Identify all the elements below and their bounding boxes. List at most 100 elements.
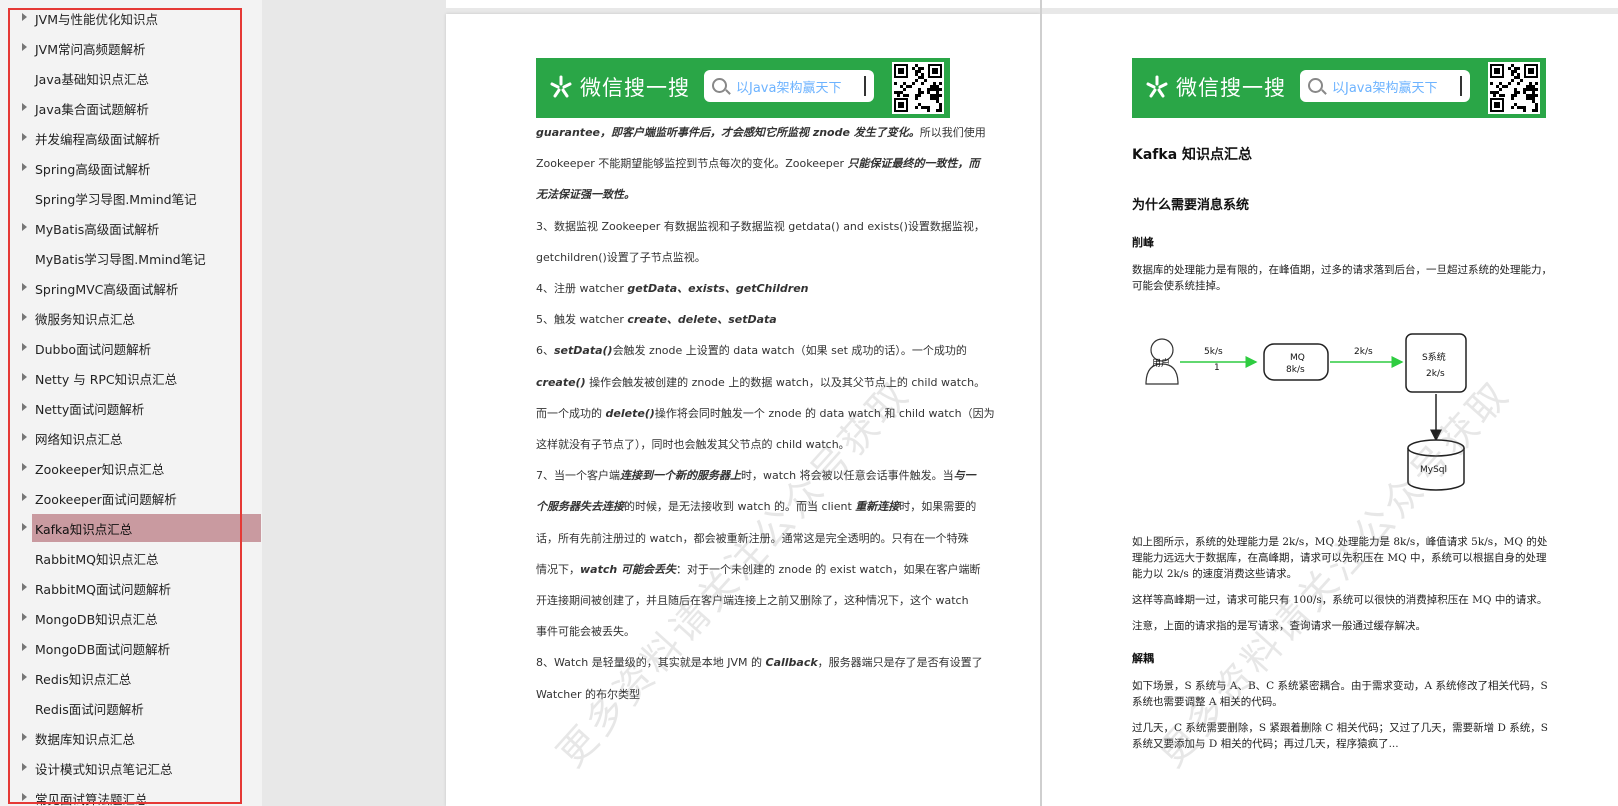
outline-item[interactable]: 数据库知识点汇总 — [0, 723, 262, 753]
s-label: S系统 — [1422, 351, 1446, 363]
outline-item-label: 常见面试算法题汇总 — [35, 791, 148, 806]
section-heading: 为什么需要消息系统 — [1132, 198, 1250, 213]
document-viewer[interactable]: 微信搜一搜 以Java架构赢天下 guarantee，即客户端监听事件后，才会感… — [262, 0, 1618, 806]
search-icon — [1308, 78, 1323, 93]
mq-rate-label: 8k/s — [1286, 365, 1305, 375]
paragraph: 如上图所示，系统的处理能力是 2k/s，MQ 处理能力是 8k/s，峰值请求 5… — [1132, 536, 1548, 580]
peak-shaving-diagram: 用户 5k/s 1 MQ 8k/s 2k/s S系统 2k/s MySql — [1145, 333, 1467, 491]
expand-arrow-icon[interactable] — [22, 493, 27, 501]
expand-arrow-icon[interactable] — [22, 673, 27, 681]
s-rate-label: 2k/s — [1426, 369, 1445, 379]
outline-item-label: Netty 与 RPC知识点汇总 — [35, 371, 178, 387]
outline-item[interactable]: 设计模式知识点笔记汇总 — [0, 753, 262, 783]
outline-item[interactable]: Java集合面试题解析 — [0, 93, 262, 123]
expand-arrow-icon[interactable] — [22, 523, 27, 531]
expand-arrow-icon[interactable] — [22, 313, 27, 321]
expand-arrow-icon[interactable] — [22, 643, 27, 651]
outline-item[interactable]: Zookeeper知识点汇总 — [0, 453, 262, 483]
outline-item[interactable]: Java基础知识点汇总 — [0, 63, 262, 93]
outline-item-label: JVM与性能优化知识点 — [35, 11, 159, 27]
outline-item-label: MyBatis学习导图.Mmind笔记 — [35, 251, 206, 267]
outline-item[interactable]: Netty面试问题解析 — [0, 393, 262, 423]
paragraph: 如下场景，S 系统与 A、B、C 系统紧密耦合。由于需求变动，A 系统修改了相关… — [1132, 680, 1548, 708]
banner-search-text: 以Java架构赢天下 — [1332, 81, 1438, 96]
s-system-node — [1405, 333, 1467, 393]
outline-item-label: Redis知识点汇总 — [35, 671, 132, 687]
outline-item[interactable]: Redis面试问题解析 — [0, 693, 262, 723]
outline-item[interactable]: MyBatis学习导图.Mmind笔记 — [0, 243, 262, 273]
outline-item[interactable]: MongoDB面试问题解析 — [0, 633, 262, 663]
outline-item-label: JVM常问高频题解析 — [35, 41, 146, 57]
text-line: Zookeeper 不能期望能够监控到节点每次的变化。Zookeeper 只能保… — [536, 157, 980, 171]
outline-item[interactable]: RabbitMQ面试问题解析 — [0, 573, 262, 603]
outline-item-label: Dubbo面试问题解析 — [35, 341, 152, 357]
outline-item-label: Java基础知识点汇总 — [35, 71, 149, 87]
expand-arrow-icon[interactable] — [22, 43, 27, 51]
outline-item-label: Zookeeper面试问题解析 — [35, 491, 177, 507]
outline-item[interactable]: MyBatis高级面试解析 — [0, 213, 262, 243]
expand-arrow-icon[interactable] — [22, 283, 27, 291]
expand-arrow-icon[interactable] — [22, 403, 27, 411]
previous-page-edge — [446, 0, 1618, 8]
outline-item-label: Java集合面试题解析 — [35, 101, 149, 117]
paragraph: 注意，上面的请求指的是写请求，查询请求一般通过缓存解决。 — [1132, 620, 1426, 632]
paragraph: 这样等高峰期一过，请求可能只有 100/s，系统可以很快的消费掉积压在 MQ 中… — [1132, 594, 1548, 606]
outline-item[interactable]: Redis知识点汇总 — [0, 663, 262, 693]
outline-item[interactable]: JVM常问高频题解析 — [0, 33, 262, 63]
outline-item[interactable]: Kafka知识点汇总 — [0, 513, 262, 543]
text-line: 开连接期间被创建了，并且随后在客户端连接上之前又删除了，这种情况下，这个 wat… — [536, 594, 969, 607]
outline-item-label: Redis面试问题解析 — [35, 701, 144, 717]
outline-item[interactable]: SpringMVC高级面试解析 — [0, 273, 262, 303]
page-right: 微信搜一搜 以Java架构赢天下 Kafka 知识点汇总 为什么需要消息系统 削… — [1042, 14, 1618, 806]
text-line: 而一个成功的 delete()操作将会同时触发一个 znode 的 data w… — [536, 406, 995, 420]
expand-arrow-icon[interactable] — [22, 613, 27, 621]
outline-item[interactable]: 微服务知识点汇总 — [0, 303, 262, 333]
paragraph: 过几天，C 系统需要删除，S 紧跟着删除 C 相关代码；又过了几天，需要新增 D… — [1132, 722, 1548, 750]
banner-search-box: 以Java架构赢天下 — [1300, 70, 1470, 102]
outline-item-label: 微服务知识点汇总 — [35, 311, 136, 327]
outline-item[interactable]: 常见面试算法题汇总 — [0, 783, 262, 806]
outline-item[interactable]: 网络知识点汇总 — [0, 423, 262, 453]
banner-title: 微信搜一搜 — [1176, 76, 1286, 100]
expand-arrow-icon[interactable] — [22, 733, 27, 741]
rate-sub-label: 1 — [1214, 363, 1220, 373]
outline-item[interactable]: Zookeeper面试问题解析 — [0, 483, 262, 513]
outline-item-label: 并发编程高级面试解析 — [35, 131, 161, 147]
expand-arrow-icon[interactable] — [22, 343, 27, 351]
expand-arrow-icon[interactable] — [22, 163, 27, 171]
outline-item[interactable]: MongoDB知识点汇总 — [0, 603, 262, 633]
outline-item-label: Spring高级面试解析 — [35, 161, 151, 177]
expand-arrow-icon[interactable] — [22, 13, 27, 21]
text-line: 这样就没有子节点了），同时也会触发其父节点的 child watch。 — [536, 438, 850, 451]
expand-arrow-icon[interactable] — [22, 223, 27, 231]
outline-list: JVM与性能优化知识点 JVM常问高频题解析 Java基础知识点汇总 Java集合面试… — [0, 3, 262, 806]
banner-search-box: 以Java架构赢天下 — [704, 70, 874, 102]
expand-arrow-icon[interactable] — [22, 793, 27, 801]
expand-arrow-icon[interactable] — [22, 463, 27, 471]
outline-item[interactable]: JVM与性能优化知识点 — [0, 3, 262, 33]
expand-arrow-icon[interactable] — [22, 763, 27, 771]
rate-label: 5k/s — [1204, 347, 1223, 357]
expand-arrow-icon[interactable] — [22, 583, 27, 591]
text-line: 8、Watch 是轻量级的，其实就是本地 JVM 的 Callback，服务器端… — [536, 656, 983, 670]
outline-item-label: RabbitMQ面试问题解析 — [35, 581, 171, 597]
outline-item[interactable]: RabbitMQ知识点汇总 — [0, 543, 262, 573]
expand-arrow-icon[interactable] — [22, 373, 27, 381]
doc-title: Kafka 知识点汇总 — [1132, 147, 1253, 163]
text-line: 无法保证强一致性。 — [536, 188, 635, 202]
outline-item-label: Netty面试问题解析 — [35, 401, 145, 417]
banner-title: 微信搜一搜 — [580, 76, 690, 100]
outline-item[interactable]: Dubbo面试问题解析 — [0, 333, 262, 363]
outline-item[interactable]: 并发编程高级面试解析 — [0, 123, 262, 153]
text-line: 话，所有先前注册过的 watch，都会被重新注册。通常这是完全透明的。只有在一个… — [536, 531, 969, 545]
expand-arrow-icon[interactable] — [22, 133, 27, 141]
expand-arrow-icon[interactable] — [22, 433, 27, 441]
outline-item[interactable]: Spring高级面试解析 — [0, 153, 262, 183]
expand-arrow-icon[interactable] — [22, 103, 27, 111]
outline-item[interactable]: Netty 与 RPC知识点汇总 — [0, 363, 262, 393]
banner-search-text: 以Java架构赢天下 — [736, 81, 842, 96]
outline-item[interactable]: Spring学习导图.Mmind笔记 — [0, 183, 262, 213]
outline-item-label: Kafka知识点汇总 — [35, 521, 133, 537]
wechat-search-icon — [550, 75, 572, 98]
text-line: guarantee，即客户端监听事件后，才会感知它所监视 znode 发生了变化… — [536, 126, 986, 139]
